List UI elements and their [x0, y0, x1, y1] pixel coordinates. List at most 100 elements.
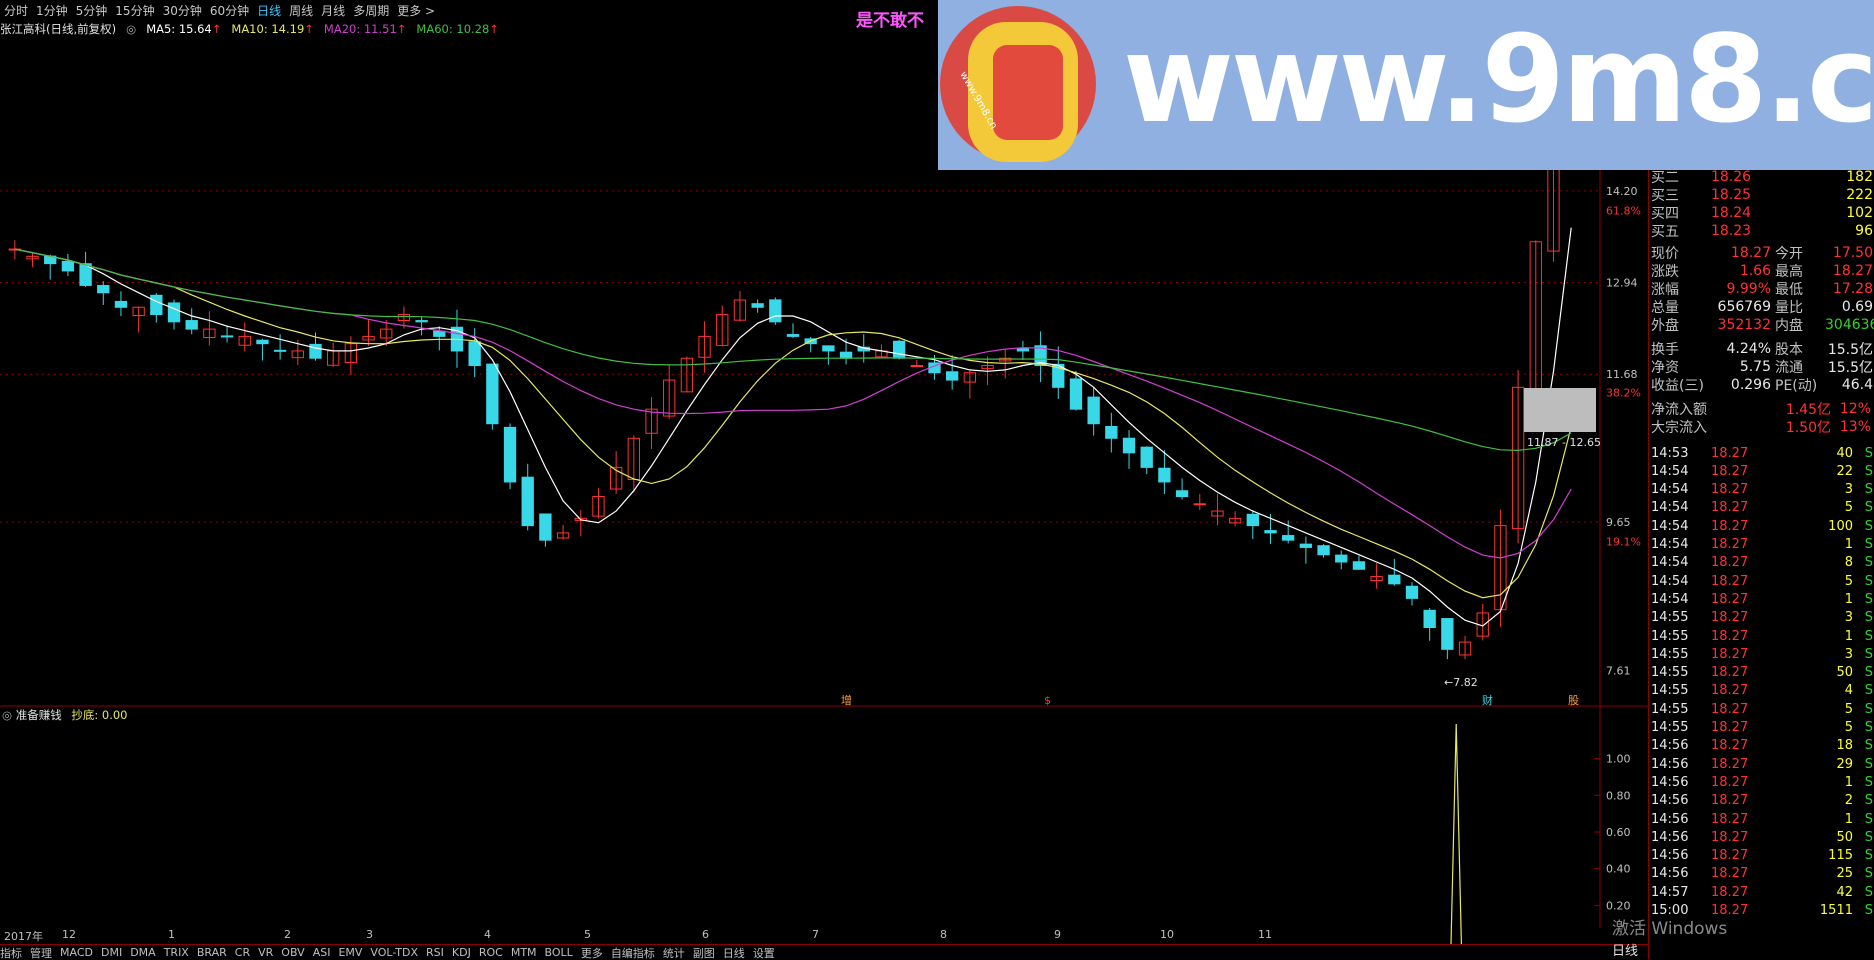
tick-price: 18.27	[1711, 683, 1791, 698]
stat-value-2: 0.69	[1825, 299, 1873, 315]
bottom-tab-12[interactable]: VOL-TDX	[370, 946, 418, 959]
indicator-settings-icon[interactable]: ◎	[2, 708, 12, 722]
tick-row: 14:5518.275S	[1651, 719, 1873, 737]
bottom-tab-4[interactable]: DMA	[130, 946, 156, 959]
bottom-tab-14[interactable]: KDJ	[452, 946, 471, 959]
bottom-tab-20[interactable]: 统计	[663, 945, 685, 960]
bid-volume: 182	[1801, 169, 1873, 185]
period-tabs: 分时1分钟5分钟15分钟30分钟60分钟日线周线月线多周期更多 >	[0, 0, 439, 20]
tick-time: 14:55	[1651, 610, 1711, 625]
bottom-tab-7[interactable]: CR	[235, 946, 250, 959]
tick-volume: 3	[1791, 647, 1853, 662]
tab-8[interactable]: 月线	[317, 2, 349, 19]
activate-windows-text: 激活 Windows	[1612, 914, 1727, 939]
bottom-tab-11[interactable]: EMV	[338, 946, 362, 959]
tab-2[interactable]: 5分钟	[72, 2, 112, 19]
tick-volume: 50	[1791, 665, 1853, 680]
ma20-label: MA20: 11.51	[324, 22, 397, 36]
tick-volume: 3	[1791, 610, 1853, 625]
tick-time: 14:54	[1651, 519, 1711, 534]
tab-7[interactable]: 周线	[285, 2, 317, 19]
bottom-tab-21[interactable]: 副图	[693, 945, 715, 960]
tick-time: 14:55	[1651, 720, 1711, 735]
stat-label-2: 股本	[1771, 339, 1825, 359]
bottom-tab-22[interactable]: 日线	[723, 945, 745, 960]
bid-price: 18.23	[1711, 223, 1801, 239]
bottom-tab-18[interactable]: 更多	[581, 945, 603, 960]
bottom-tab-0[interactable]: 指标	[0, 945, 22, 960]
bottom-tab-17[interactable]: BOLL	[545, 946, 573, 959]
bottom-tab-6[interactable]: BRAR	[197, 946, 227, 959]
candle-body-50	[893, 341, 904, 358]
tab-6[interactable]: 日线	[253, 2, 285, 19]
stat-row-5: 换手4.24%股本15.5亿	[1651, 340, 1873, 358]
bottom-tab-19[interactable]: 自编指标	[611, 945, 655, 960]
tick-row: 14:5718.2742S	[1651, 883, 1873, 901]
bid-volume: 102	[1801, 205, 1873, 221]
bid-row-2: 买四18.24102	[1651, 204, 1873, 222]
bid-label: 买四	[1651, 203, 1711, 223]
tab-3[interactable]: 15分钟	[111, 2, 158, 19]
tab-1[interactable]: 1分钟	[32, 2, 72, 19]
event-marker-财[interactable]: 财	[1482, 692, 1493, 708]
ma5-label: MA5: 15.64	[146, 22, 212, 36]
event-marker-dollar[interactable]: $	[1044, 694, 1051, 707]
tab-0[interactable]: 分时	[0, 2, 32, 19]
bottom-tab-8[interactable]: VR	[258, 946, 273, 959]
indicator-axis-label-4: 0.20	[1606, 899, 1631, 912]
tick-price: 18.27	[1711, 720, 1791, 735]
tick-volume: 22	[1791, 464, 1853, 479]
stat-value-1: 9.99%	[1709, 281, 1771, 297]
tick-side: S	[1853, 793, 1873, 808]
tick-time: 14:55	[1651, 629, 1711, 644]
stat-value-2: 15.5亿	[1825, 357, 1873, 377]
tick-row: 14:5418.275S	[1651, 499, 1873, 517]
settings-icon[interactable]: ◎	[126, 22, 136, 36]
x-tick-1: 12	[62, 928, 76, 941]
indicator-axis-label-1: 0.80	[1606, 789, 1631, 802]
tick-row: 14:5418.271S	[1651, 536, 1873, 554]
bottom-tab-15[interactable]: ROC	[479, 946, 503, 959]
bottom-tab-1[interactable]: 管理	[30, 945, 52, 960]
candle-body-27	[487, 364, 498, 424]
tick-side: S	[1853, 885, 1873, 900]
indicator-axis-label-2: 0.60	[1606, 826, 1631, 839]
stat-value-1: 352132	[1709, 317, 1771, 333]
bottom-tab-5[interactable]: TRIX	[164, 946, 189, 959]
bottom-tab-13[interactable]: RSI	[426, 946, 444, 959]
stat-label-1: 现价	[1651, 243, 1709, 263]
event-marker-增[interactable]: 增	[841, 692, 852, 708]
ma60-up-arrow-icon: ↑	[489, 22, 499, 36]
candle-body-64	[1141, 447, 1152, 467]
tick-price: 18.27	[1711, 647, 1791, 662]
bottom-tab-16[interactable]: MTM	[511, 946, 537, 959]
tick-side: S	[1853, 555, 1873, 570]
tab-4[interactable]: 30分钟	[159, 2, 206, 19]
tab-10[interactable]: 更多 >	[393, 2, 439, 19]
tick-volume: 1	[1791, 812, 1853, 827]
tab-9[interactable]: 多周期	[349, 2, 393, 19]
stat-row-7: 收益(三)0.296PE(动)46.4	[1651, 376, 1873, 394]
tick-side: S	[1853, 647, 1873, 662]
tick-volume: 3	[1791, 482, 1853, 497]
x-tick-11: 10	[1160, 928, 1174, 941]
candle-body-66	[1176, 491, 1187, 497]
event-marker-股[interactable]: 股	[1568, 692, 1579, 708]
stat-label-1: 总量	[1651, 297, 1709, 317]
bottom-tab-3[interactable]: DMI	[101, 946, 122, 959]
tab-5[interactable]: 60分钟	[206, 2, 253, 19]
bottom-tab-23[interactable]: 设置	[753, 945, 775, 960]
tick-time: 14:56	[1651, 812, 1711, 827]
flow-row-1: 大宗流入1.50亿13%	[1651, 418, 1873, 436]
bid-price: 18.26	[1711, 169, 1801, 185]
date-axis: 2017年121234567891011	[0, 928, 1600, 944]
stat-label-1: 涨幅	[1651, 279, 1709, 299]
bottom-tab-10[interactable]: ASI	[313, 946, 331, 959]
tick-price: 18.27	[1711, 519, 1791, 534]
kline-chart[interactable]: 80.9%14.2061.8%12.9411.6838.2%9.6519.1%7…	[0, 38, 1648, 944]
bottom-tab-2[interactable]: MACD	[60, 946, 93, 959]
tick-volume: 1	[1791, 775, 1853, 790]
ma20-up-arrow-icon: ↑	[397, 22, 407, 36]
tick-time: 14:56	[1651, 757, 1711, 772]
bottom-tab-9[interactable]: OBV	[281, 946, 304, 959]
